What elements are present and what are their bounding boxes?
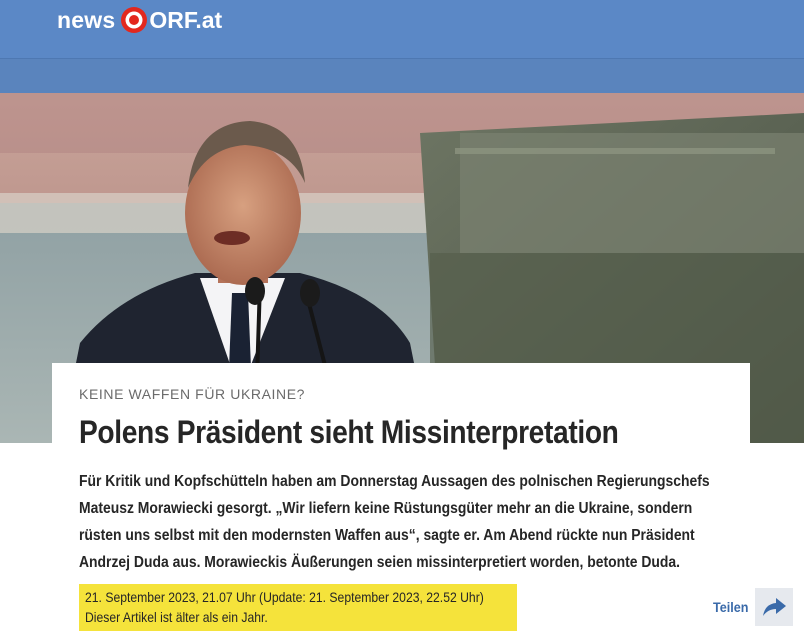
lead-line: rüsten uns selbst mit den modernsten Waf… — [79, 527, 695, 544]
logo-orf-text: ORF.at — [149, 6, 223, 33]
article-date-box: 21. September 2023, 21.07 Uhr (Update: 2… — [79, 584, 517, 631]
article-title[interactable]: Polens Präsident sieht Missinterpretatio… — [79, 414, 619, 451]
share-button[interactable] — [755, 588, 794, 626]
article-lead: Für Kritik und Kopfschütteln haben am Do… — [79, 468, 723, 576]
article-age-notice: Dieser Artikel ist älter als ein Jahr. — [85, 609, 268, 625]
logo-news-text: news — [57, 6, 116, 33]
share-control[interactable]: Teilen — [709, 588, 794, 626]
navigation-bar — [0, 58, 804, 93]
lead-line: Andrzej Duda aus. Morawieckis Äußerungen… — [79, 554, 681, 571]
top-header-bar: news ORF.at — [0, 0, 804, 58]
orf-news-logo[interactable]: news ORF.at — [57, 5, 222, 35]
article-kicker: KEINE WAFFEN FÜR UKRAINE? — [79, 386, 306, 402]
article-timestamp: 21. September 2023, 21.07 Uhr (Update: 2… — [85, 589, 484, 605]
lead-line: Für Kritik und Kopfschütteln haben am Do… — [79, 473, 710, 490]
share-arrow-icon — [763, 598, 787, 616]
orf-target-icon — [121, 7, 148, 33]
lead-line: Mateusz Morawiecki gesorgt. „Wir liefern… — [79, 500, 693, 517]
share-label[interactable]: Teilen — [713, 599, 748, 615]
